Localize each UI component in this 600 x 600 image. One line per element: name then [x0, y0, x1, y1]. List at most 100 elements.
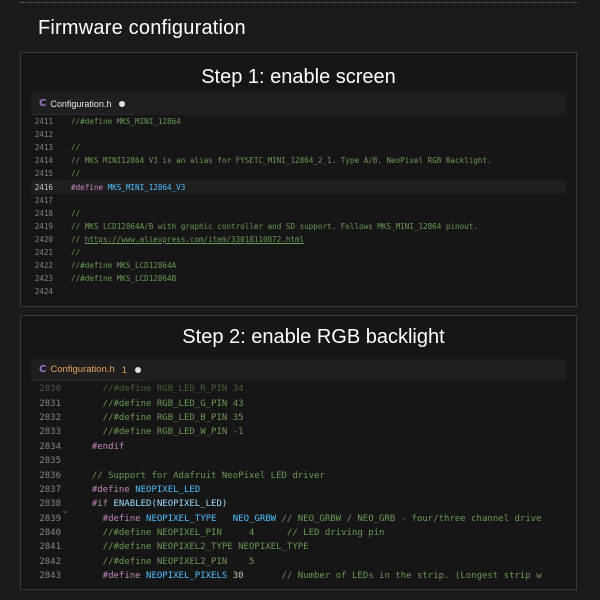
code-line[interactable]: 2830 //#define RGB_LED_R_PIN 34 — [31, 382, 566, 396]
code-editor[interactable]: 2830 //#define RGB_LED_R_PIN 34 2831 //#d… — [31, 382, 566, 586]
line-number: 2415 — [34, 169, 53, 179]
code-line[interactable]: 2837 #define NEOPIXEL_LED — [31, 483, 566, 497]
line-number: 2424 — [34, 287, 53, 297]
code-token: //#define RGB_LED_B_PIN 35 — [81, 412, 244, 423]
code-token: NEOPIXEL_PIXELS — [146, 571, 233, 582]
line-text: // — [71, 248, 566, 257]
code-token: //#define RGB_LED_G_PIN 43 — [81, 398, 244, 409]
code-editor[interactable]: 2411//#define MKS_MINI_12864 2412 2413//24… — [31, 115, 566, 300]
line-number: 2421 — [34, 247, 53, 257]
editor-tab[interactable]: C Configuration.h 1 — [31, 359, 149, 381]
step-title: Step 2: enable RGB backlight — [182, 326, 445, 348]
code-line[interactable]: 2418 // — [31, 207, 566, 220]
step-1-panel: Step 1: enable screen C Configuration.h … — [20, 52, 577, 307]
code-line[interactable]: 2834 #endif — [31, 440, 566, 454]
code-line[interactable]: 2841 //#define NEOPIXEL2_TYPE NEOPIXEL_T… — [31, 540, 566, 554]
line-text: // https://www.aliexpress.com/item/33018… — [71, 235, 566, 244]
line-number: 2838 — [39, 499, 61, 510]
code-line[interactable]: .. — [31, 298, 566, 300]
line-text: #define NEOPIXEL_PIXELS 30 // Number of … — [81, 571, 566, 581]
line-text: #endif — [81, 442, 566, 452]
line-text: //#define MKS_LCD12864A — [71, 261, 566, 270]
code-token: // NEO_GRBW / NEO_GRB - four/three chann… — [276, 513, 542, 524]
line-number: 2839 — [39, 513, 61, 524]
code-line[interactable]: 2415 // — [31, 167, 566, 180]
line-text: //#define RGB_LED_W_PIN -1 — [81, 427, 566, 437]
code-line[interactable]: 2842 //#define NEOPIXEL2_PIN 5 — [31, 555, 566, 569]
code-line[interactable]: 2838 ⌵ #if ENABLED(NEOPIXEL_LED) — [31, 497, 566, 515]
code-token: #define — [81, 484, 136, 495]
code-line[interactable]: 2832 //#define RGB_LED_B_PIN 35 — [31, 411, 566, 425]
line-text: // MKS MINI12864 V3 is an alias for FYSE… — [71, 156, 566, 165]
code-token: 30 — [232, 571, 244, 582]
line-number: 2843 — [39, 571, 61, 582]
code-token: // — [71, 169, 81, 179]
code-token: //#define NEOPIXEL2_PIN 5 — [81, 556, 255, 567]
code-line[interactable]: 2421 // — [31, 246, 566, 259]
code-token[interactable]: https://www.aliexpress.com/item/33018110… — [85, 235, 304, 244]
tab-filename: Configuration.h — [50, 98, 112, 109]
code-line[interactable]: 2831 //#define RGB_LED_G_PIN 43 — [31, 396, 566, 410]
editor-tab[interactable]: C Configuration.h — [31, 93, 134, 115]
code-line[interactable]: 2424 — [31, 285, 566, 298]
code-line[interactable]: 2419 // MKS LCD12864A/B with graphic cont… — [31, 220, 566, 233]
line-text: //#define MKS_MINI_12864 — [71, 117, 566, 126]
code-line[interactable]: 2843 #define NEOPIXEL_PIXELS 30 // Numbe… — [31, 569, 566, 583]
code-line[interactable]: 2836 // Support for Adafruit NeoPixel LE… — [31, 468, 566, 482]
line-text: //#define MKS_LCD12864B — [71, 274, 566, 283]
line-text: //#define NEOPIXEL_PIN 4 // LED driving … — [81, 528, 566, 538]
code-token: //#define MKS_MINI_12864 — [71, 117, 181, 127]
code-line[interactable]: 2417 — [31, 194, 566, 207]
code-line[interactable]: 2833● //#define RGB_LED_W_PIN -1 — [31, 425, 566, 439]
unsaved-dot-icon[interactable] — [134, 366, 141, 373]
tab-filename: Configuration.h — [50, 364, 115, 375]
line-text: #define MKS_MINI_12864_V3 — [71, 183, 566, 192]
code-token: // Support for Adafruit NeoPixel LED dri… — [81, 470, 325, 481]
line-number: 2413 — [34, 143, 53, 153]
line-number: 2423 — [34, 274, 53, 284]
code-token: // — [71, 143, 81, 153]
line-number: 2422 — [34, 261, 53, 271]
line-number: 2416 — [34, 182, 53, 192]
line-text: //#define RGB_LED_R_PIN 34 — [81, 384, 566, 394]
code-line[interactable]: 2411 //#define MKS_MINI_12864 — [31, 115, 566, 128]
line-number: 2840 — [39, 528, 61, 539]
code-token: NEOPIXEL_TYPE NEO_GRBW — [146, 513, 277, 524]
code-line[interactable]: 2412 — [31, 128, 566, 141]
code-line[interactable]: 2422 //#define MKS_LCD12864A — [31, 259, 566, 272]
code-token: // — [71, 234, 85, 244]
code-token: // MKS LCD12864A/B with graphic controll… — [71, 221, 478, 231]
line-text: // — [71, 169, 566, 178]
line-number: 2412 — [34, 130, 53, 140]
line-text: //#define NEOPIXEL2_TYPE NEOPIXEL_TYPE — [81, 542, 566, 552]
code-token: // Number of LEDs in the strip. (Longest… — [243, 571, 542, 582]
line-number: 2842 — [39, 556, 61, 567]
line-number: 2832 — [39, 412, 61, 423]
step-2-panel: Step 2: enable RGB backlight C Configura… — [20, 315, 577, 590]
code-token: //#define MKS_LCD12864B — [71, 274, 177, 284]
line-number: 2420 — [34, 234, 53, 244]
code-line[interactable]: 2423 //#define MKS_LCD12864B — [31, 272, 566, 285]
line-text: // — [71, 143, 566, 152]
code-token: #endif — [81, 441, 125, 452]
top-divider — [20, 2, 578, 3]
c-file-icon: C — [39, 98, 47, 109]
code-line[interactable]: 2835 — [31, 454, 566, 468]
code-line[interactable]: 2416 #define MKS_MINI_12864_V3 — [31, 180, 566, 194]
line-number: 2830 — [39, 384, 61, 395]
code-line[interactable]: 2414 // MKS MINI12864 V3 is an alias for … — [31, 154, 566, 167]
line-number: 2418 — [34, 208, 53, 218]
code-token: //#define MKS_LCD12864A — [71, 261, 177, 271]
code-token: ENABLED(NEOPIXEL_LED) — [113, 499, 228, 510]
code-line[interactable]: 2840 //#define NEOPIXEL_PIN 4 // LED dri… — [31, 526, 566, 540]
unsaved-dot-icon[interactable] — [119, 100, 126, 107]
line-number: 2419 — [34, 221, 53, 231]
page-title: Firmware configuration — [38, 17, 246, 39]
code-line[interactable]: 2413 // — [31, 141, 566, 154]
line-text: #if ENABLED(NEOPIXEL_LED) — [81, 499, 566, 509]
code-token: // MKS MINI12864 V3 is an alias for FYSE… — [71, 156, 492, 166]
code-line[interactable]: 2420 // https://www.aliexpress.com/item/3… — [31, 233, 566, 246]
code-line[interactable]: 2839 #define NEOPIXEL_TYPE NEO_GRBW // N… — [31, 512, 566, 526]
code-token: MKS_MINI_12864_V3 — [107, 182, 186, 192]
line-number: 2841 — [39, 542, 61, 553]
